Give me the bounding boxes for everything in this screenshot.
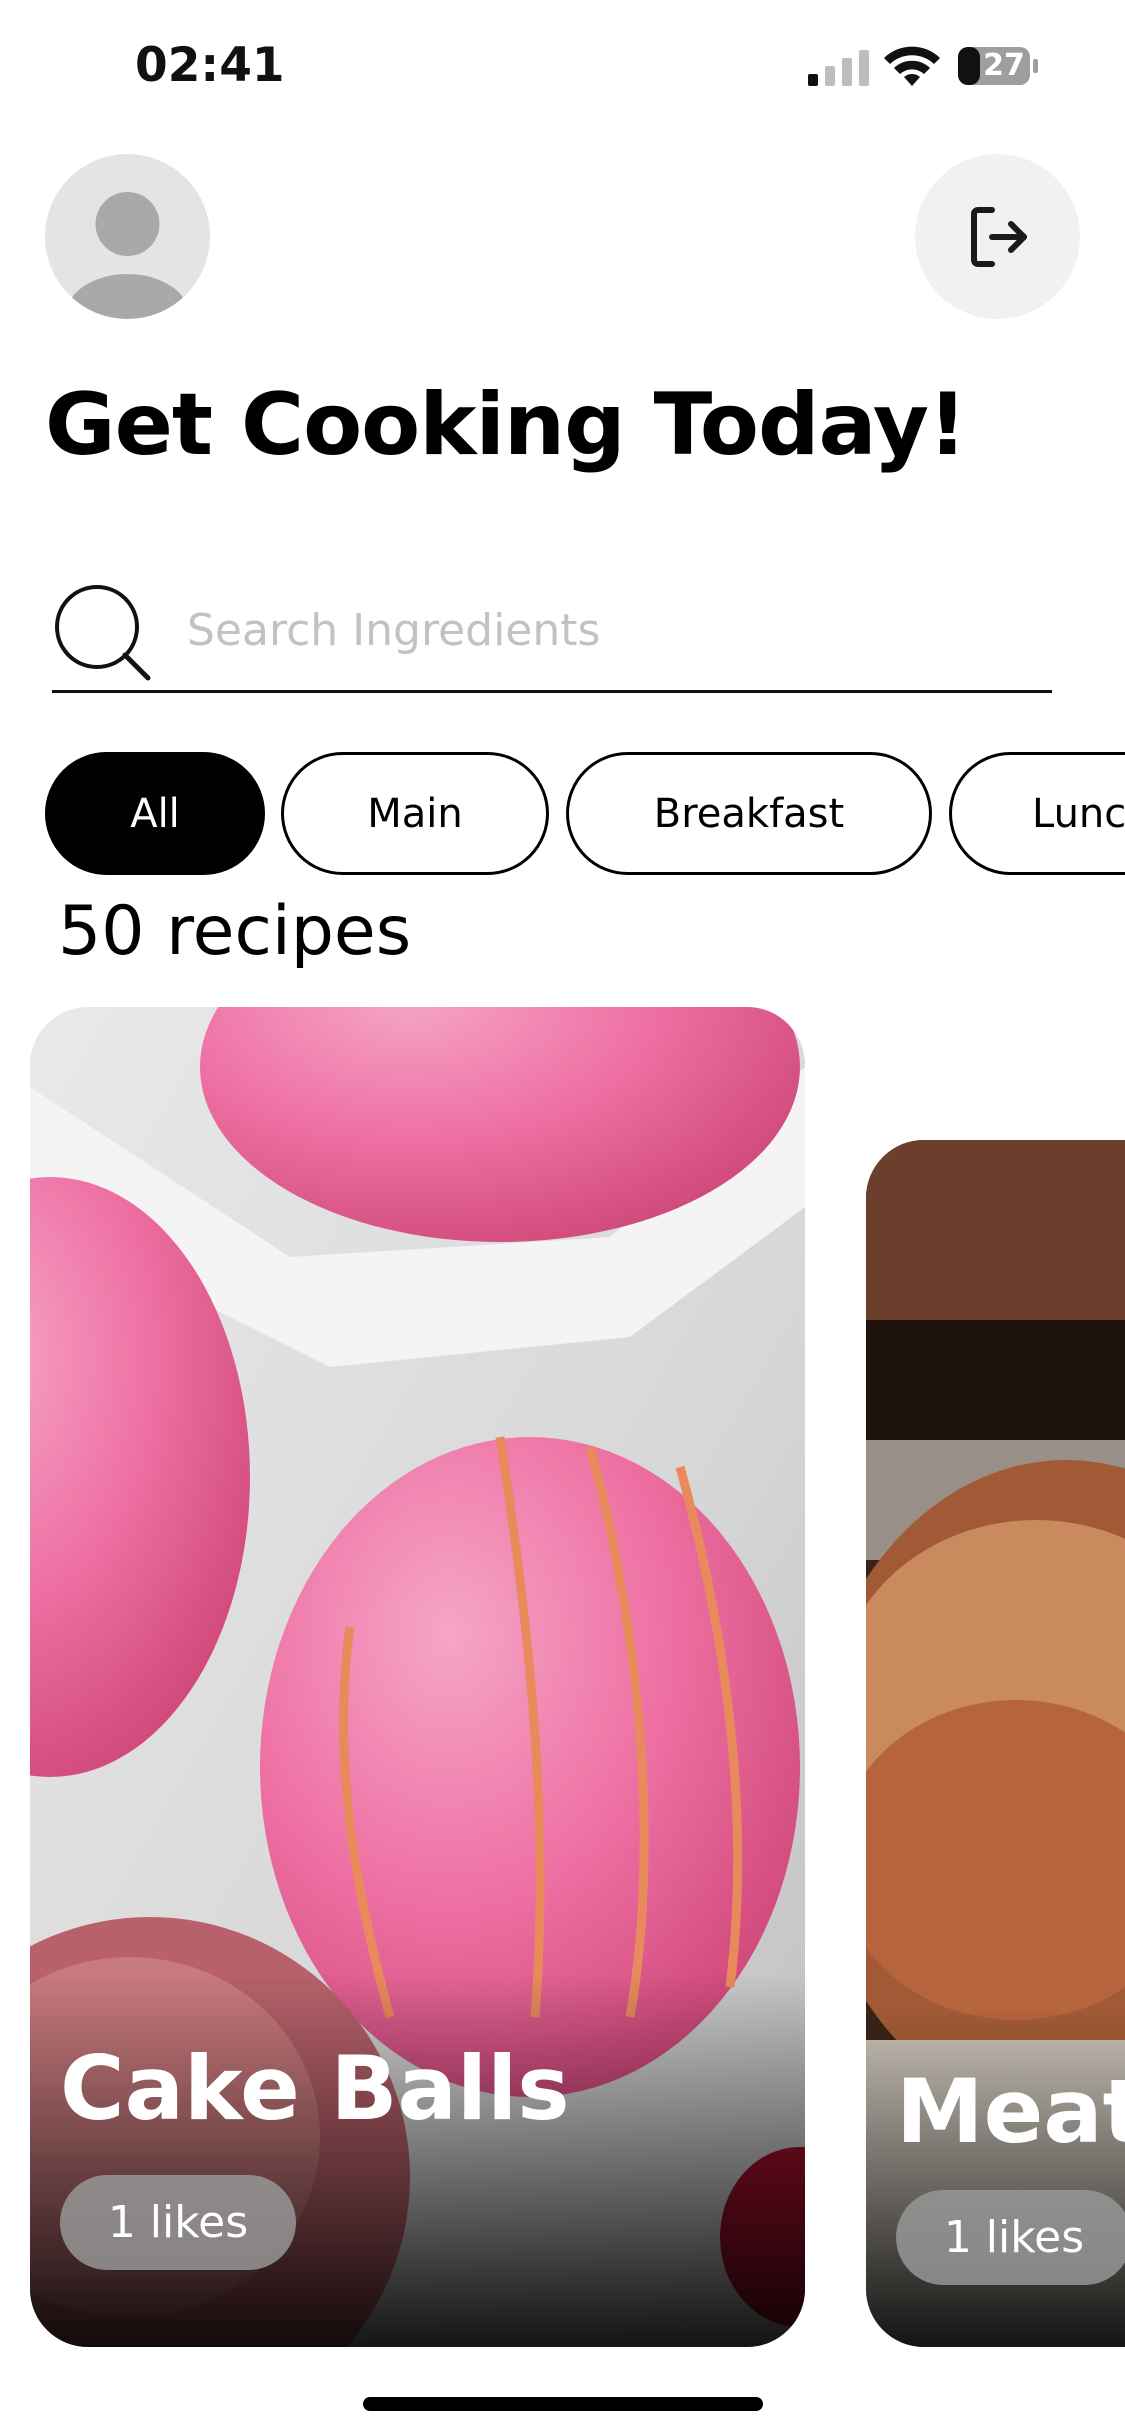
likes-badge[interactable]: 1 likes	[60, 2175, 296, 2270]
home-indicator[interactable]	[363, 2397, 763, 2411]
recipe-card[interactable]: Cake Balls 1 likes	[30, 1007, 805, 2347]
battery-level: 27	[983, 48, 1025, 83]
status-time: 02:41	[135, 38, 285, 93]
category-chip-label: Main	[367, 790, 463, 837]
category-chip-main[interactable]: Main	[281, 752, 549, 875]
recipe-card[interactable]: Meatloaf 1 likes	[866, 1140, 1125, 2347]
recipe-title: Meatloaf	[896, 2060, 1125, 2163]
likes-badge[interactable]: 1 likes	[896, 2190, 1125, 2285]
avatar[interactable]	[45, 154, 210, 319]
search-icon[interactable]	[52, 582, 152, 682]
category-chip-label: All	[130, 790, 180, 837]
wifi-icon	[884, 46, 940, 86]
search-input[interactable]	[185, 590, 1035, 670]
signal-icon	[808, 50, 869, 86]
status-bar: 02:41 27	[0, 0, 1125, 132]
likes-count: 1 likes	[107, 2197, 249, 2248]
person-icon	[65, 192, 190, 319]
logout-button[interactable]	[915, 154, 1080, 319]
likes-count: 1 likes	[943, 2212, 1085, 2263]
category-chip-breakfast[interactable]: Breakfast	[566, 752, 932, 875]
logout-icon	[971, 207, 1027, 267]
category-chip-label: Lunch	[1032, 790, 1125, 837]
recipe-title: Cake Balls	[60, 2037, 570, 2140]
recipe-image	[866, 1140, 1125, 2347]
category-chip-lunch[interactable]: Lunch	[949, 752, 1125, 875]
category-chip-label: Breakfast	[653, 790, 845, 837]
category-chip-all[interactable]: All	[45, 752, 265, 875]
page-title: Get Cooking Today!	[45, 375, 967, 475]
recipes-count: 50 recipes	[58, 892, 412, 971]
recipe-image	[30, 1007, 805, 2347]
search-bar	[52, 570, 1052, 693]
